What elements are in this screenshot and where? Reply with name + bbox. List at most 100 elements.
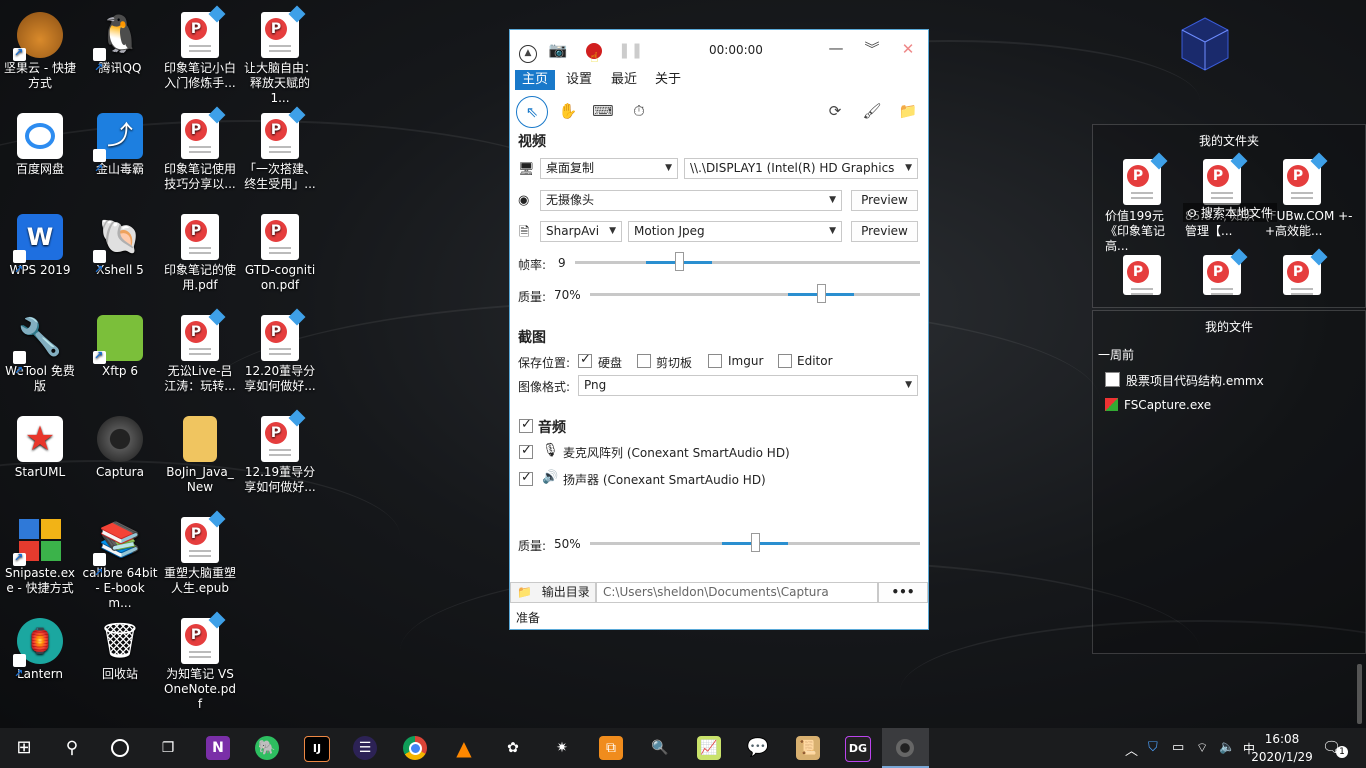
pdf-file-icon[interactable] — [1123, 152, 1168, 205]
scrollbar[interactable] — [1357, 664, 1362, 724]
reader-taskbar-icon[interactable]: 📜 — [796, 736, 820, 760]
editor-checkbox[interactable] — [778, 354, 792, 368]
vlc-taskbar-icon[interactable]: ▲ — [452, 736, 476, 760]
evernote-taskbar-icon[interactable]: 🐘 — [255, 736, 279, 760]
refresh-button[interactable]: ⟳ — [823, 99, 847, 123]
pause-button[interactable]: ❚❚ — [618, 38, 643, 62]
desktop-icon-staruml[interactable]: ★ StarUML — [0, 416, 80, 480]
output-more-button[interactable]: ••• — [878, 582, 928, 603]
minimize-button[interactable]: — — [824, 36, 848, 60]
desktop-icon-lantern[interactable]: 🏮 Lantern — [0, 618, 80, 697]
eclipse-taskbar-icon[interactable]: ☰ — [353, 736, 377, 760]
fps-slider[interactable] — [575, 252, 920, 272]
audio-quality-slider[interactable] — [590, 533, 920, 553]
magnifier-taskbar-icon[interactable]: 🔍 — [648, 736, 672, 760]
desktop-icon-baidu[interactable]: 百度网盘 — [0, 113, 80, 177]
imgur-checkbox[interactable] — [708, 354, 722, 368]
desktop-icon-snipaste[interactable]: Snipaste.exe - 快捷方式 — [0, 517, 80, 596]
desktop-icon-pdf[interactable]: 无讼Live-吕江涛：玩转... — [160, 308, 240, 394]
output-path-field[interactable]: C:\Users\sheldon\Documents\Captura — [596, 582, 878, 603]
task-view-button[interactable]: ❐ — [156, 736, 180, 760]
intellij-taskbar-icon[interactable]: IJ — [304, 736, 330, 762]
pdf-file-icon[interactable] — [1283, 152, 1328, 205]
xmind-taskbar-icon[interactable]: ✷ — [550, 736, 574, 760]
clipboard-checkbox[interactable] — [637, 354, 651, 368]
screenshot-button[interactable]: 📷 — [546, 38, 570, 62]
search-button[interactable]: ⚲ — [60, 736, 84, 760]
click-tool-button[interactable]: ✋ — [556, 99, 580, 123]
clock[interactable]: 16:08 2020/1/29 — [1244, 730, 1320, 766]
speaker-checkbox[interactable] — [519, 470, 533, 486]
desktop-icon-pdf[interactable]: GTD-cognition.pdf — [240, 214, 320, 293]
codec-preview-button[interactable]: Preview — [851, 221, 918, 242]
desktop-icon-pdf[interactable]: 为知笔记 VS OneNote.pdf — [160, 611, 240, 712]
app-taskbar-icon[interactable]: ✿ — [501, 736, 525, 760]
tab-about[interactable]: 关于 — [648, 70, 688, 90]
brush-button[interactable]: 🖌 — [860, 99, 884, 123]
slider-thumb[interactable] — [817, 284, 826, 303]
timer-tool-button[interactable]: ⏱ — [627, 99, 651, 123]
webcam-select[interactable]: 无摄像头 ▼ — [540, 190, 842, 211]
desktop-icon-wetool[interactable]: 🔧 WeTool 免费版 — [0, 315, 80, 394]
keystroke-tool-button[interactable]: ⌨ — [591, 99, 615, 123]
collapse-button[interactable]: ▲ — [516, 38, 540, 63]
desktop-icon-qq[interactable]: 🐧 腾讯QQ — [80, 12, 160, 91]
desktop-icon-pdf[interactable]: 让大脑自由：释放天赋的1... — [240, 5, 320, 106]
tab-home[interactable]: 主页 — [515, 70, 556, 90]
diagram-taskbar-icon[interactable]: ⧉ — [599, 736, 623, 760]
output-folder-button[interactable]: 📁 输出目录 — [510, 582, 596, 603]
volume-icon[interactable]: 🔈 — [1219, 740, 1235, 755]
shield-icon[interactable]: ⛉ — [1148, 740, 1158, 755]
image-format-select[interactable]: Png ▼ — [578, 375, 918, 396]
close-button[interactable]: ✕ — [896, 37, 920, 61]
slider-thumb[interactable] — [751, 533, 760, 552]
display-select[interactable]: \\.\DISPLAY1 (Intel(R) HD Graphics ▼ — [684, 158, 918, 179]
webcam-preview-button[interactable]: Preview — [851, 190, 918, 211]
tab-settings[interactable]: 设置 — [559, 70, 599, 90]
minimize-to-tray-button[interactable]: ︾ — [860, 37, 884, 61]
desktop-icon-folder[interactable]: BoJin_Java_New — [160, 416, 240, 495]
open-folder-button[interactable]: 📁 — [896, 99, 920, 123]
battery-icon[interactable]: ▭ — [1172, 740, 1184, 755]
chrome-taskbar-icon[interactable] — [403, 736, 427, 760]
desktop-icon-pdf[interactable]: 印象笔记使用技巧分享以... — [160, 106, 240, 192]
desktop-icon-jianguoyun[interactable]: 坚果云 - 快捷方式 — [0, 12, 80, 91]
cortana-button[interactable] — [108, 736, 132, 760]
mic-checkbox[interactable] — [519, 443, 533, 459]
windows-start-button[interactable]: ⊞ — [12, 736, 36, 760]
pdf-file-icon[interactable] — [1203, 152, 1248, 205]
slider-thumb[interactable] — [675, 252, 684, 271]
pdf-file-icon[interactable] — [1123, 255, 1161, 295]
codec-select[interactable]: Motion Jpeg ▼ — [628, 221, 842, 242]
file-item[interactable]: 股票项目代码结构.emmx — [1105, 372, 1264, 389]
wechat-taskbar-icon[interactable]: 💬 — [746, 736, 770, 760]
desktop-icon-pdf[interactable]: 12.19董导分享如何做好... — [240, 409, 320, 495]
search-local-files[interactable]: ⊙ 搜索本地文件 — [1183, 203, 1277, 222]
video-source-select[interactable]: 桌面复制 ▼ — [540, 158, 678, 179]
desktop-icon-xshell[interactable]: 🐚 Xshell 5 — [80, 214, 160, 293]
desktop-icon-pdf[interactable]: 「一次搭建、终生受用」... — [240, 106, 320, 192]
desktop-icon-epub[interactable]: 重塑大脑重塑人生.epub — [160, 510, 240, 596]
pdf-file-icon[interactable] — [1203, 248, 1248, 295]
datagrip-taskbar-icon[interactable]: DG — [845, 736, 871, 762]
captura-taskbar-button[interactable] — [882, 728, 929, 768]
disk-checkbox[interactable] — [578, 352, 592, 368]
desktop-icon-duba[interactable]: ⤴ 金山毒霸 — [80, 113, 160, 192]
desktop-icon-calibre[interactable]: 📚 calibre 64bit - E-book m... — [80, 517, 160, 611]
desktop-icon-wps[interactable]: W WPS 2019 — [0, 214, 80, 293]
writer-select[interactable]: SharpAvi ▼ — [540, 221, 622, 242]
desktop-icon-xftp[interactable]: Xftp 6 — [80, 315, 160, 379]
notification-center-button[interactable]: 🗨 1 — [1322, 737, 1348, 759]
pdf-file-icon[interactable] — [1283, 248, 1328, 295]
desktop-icon-pdf[interactable]: 12.20董导分享如何做好... — [240, 308, 320, 394]
desktop-icon-pdf[interactable]: 印象笔记的使用.pdf — [160, 214, 240, 293]
pointer-tool-button[interactable]: ⇖ — [516, 96, 548, 128]
onenote-taskbar-icon[interactable]: N — [206, 736, 230, 760]
video-quality-slider[interactable] — [590, 284, 920, 304]
file-item[interactable]: FSCapture.exe — [1105, 398, 1211, 412]
tab-recent[interactable]: 最近 — [604, 70, 644, 90]
desktop-icon-captura[interactable]: Captura — [80, 416, 160, 480]
wifi-icon[interactable]: ⌔ — [1196, 740, 1208, 756]
chart-taskbar-icon[interactable]: 📈 — [697, 736, 721, 760]
desktop-icon-recycle-bin[interactable]: 🗑 回收站 — [80, 618, 160, 682]
